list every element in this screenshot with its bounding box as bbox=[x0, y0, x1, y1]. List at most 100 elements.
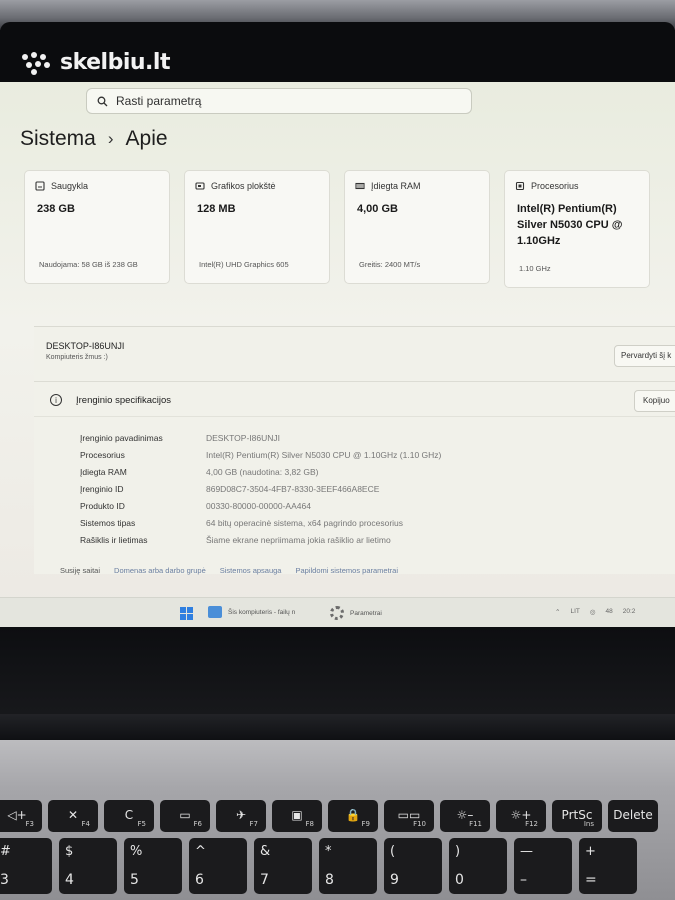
key-legend: $ bbox=[65, 844, 74, 859]
key-legend: ✕ bbox=[67, 808, 79, 822]
spec-value: Intel(R) Pentium(R) Silver N5030 CPU @ 1… bbox=[206, 450, 442, 460]
search-icon bbox=[97, 96, 108, 107]
spec-label: Produkto ID bbox=[80, 501, 125, 511]
card-footer: Naudojama: 58 GB iš 238 GB bbox=[39, 260, 138, 269]
card-title: Grafikos plokštė bbox=[211, 181, 276, 191]
spec-label: Rašiklis ir lietimas bbox=[80, 535, 148, 545]
number-key[interactable]: $4 bbox=[59, 838, 117, 894]
card-value: Intel(R) Pentium(R) Silver N5030 CPU @ 1… bbox=[517, 203, 623, 247]
logo-text: skelbiu.lt bbox=[60, 50, 170, 75]
key-legend: — bbox=[520, 844, 533, 859]
spec-value: 869D08C7-3504-4FB7-8330-3EEF466A8ECE bbox=[206, 484, 380, 494]
fn-key[interactable]: ▭▭ F10 bbox=[384, 800, 434, 832]
link-system-protection[interactable]: Sistemos apsauga bbox=[220, 566, 282, 575]
key-legend: Delete bbox=[613, 808, 653, 822]
related-label: Susiję saitai bbox=[60, 566, 101, 575]
windows-start-icon[interactable] bbox=[180, 607, 194, 621]
key-legend: * bbox=[325, 844, 332, 859]
language-indicator[interactable]: LIT bbox=[570, 608, 579, 616]
key-fn-label: F3 bbox=[25, 820, 34, 828]
card-footer: Intel(R) UHD Graphics 605 bbox=[199, 260, 289, 269]
device-section: DESKTOP-I86UNJI Kompiuteris žmus :) Perv… bbox=[34, 326, 675, 574]
number-key[interactable]: ) 0 bbox=[449, 838, 507, 894]
chevron-up-icon[interactable]: ⌃ bbox=[555, 608, 560, 616]
key-legend: PrtSc bbox=[561, 808, 593, 822]
device-subtitle: Kompiuteris žmus :) bbox=[46, 354, 108, 361]
taskbar-settings[interactable]: Parametrai bbox=[330, 606, 382, 620]
fn-key[interactable]: ◁+ F3 bbox=[0, 800, 42, 832]
spec-label: Įrenginio pavadinimas bbox=[80, 433, 163, 443]
breadcrumb-parent[interactable]: Sistema bbox=[20, 127, 96, 151]
number-key[interactable]: — – bbox=[514, 838, 572, 894]
storage-icon bbox=[35, 181, 45, 191]
key-fn-label: F6 bbox=[193, 820, 202, 828]
card-footer: 1.10 GHz bbox=[519, 264, 551, 273]
card-ram[interactable]: Įdiegta RAM 4,00 GB Greitis: 2400 MT/s bbox=[344, 170, 490, 284]
card-processor[interactable]: Procesorius Intel(R) Pentium(R) Silver N… bbox=[504, 170, 650, 288]
key-fn-label: F10 bbox=[413, 820, 426, 828]
number-key[interactable]: & 7 bbox=[254, 838, 312, 894]
key-legend: & bbox=[260, 844, 271, 859]
card-graphics[interactable]: Grafikos plokštė 128 MB Intel(R) UHD Gra… bbox=[184, 170, 330, 284]
card-value: 128 MB bbox=[197, 203, 236, 215]
rename-pc-button[interactable]: Pervardyti šį k bbox=[614, 345, 675, 367]
key-legend: + bbox=[585, 844, 596, 859]
copy-button[interactable]: Kopijuo bbox=[634, 390, 675, 412]
link-advanced-system-settings[interactable]: Papildomi sistemos parametrai bbox=[295, 566, 398, 575]
number-key[interactable]: + = bbox=[579, 838, 637, 894]
logo-dots-icon bbox=[22, 51, 54, 75]
card-value: 4,00 GB bbox=[357, 203, 398, 215]
ram-icon bbox=[355, 182, 365, 190]
fn-key[interactable]: ▣ F8 bbox=[272, 800, 322, 832]
fn-key[interactable]: ▭ F6 bbox=[160, 800, 210, 832]
number-key[interactable]: % 5 bbox=[124, 838, 182, 894]
monitor-icon bbox=[208, 606, 222, 618]
taskbar-file-explorer[interactable]: Šis kompiuteris - failų n bbox=[208, 606, 295, 618]
key-legend: ▭ bbox=[179, 808, 191, 822]
spec-value: 64 bitų operacinė sistema, x64 pagrindo … bbox=[206, 518, 404, 528]
key-legend: % bbox=[130, 844, 143, 859]
fn-key[interactable]: ✕ F4 bbox=[48, 800, 98, 832]
device-specs-header[interactable]: i Įrenginio specifikacijos Kopijuo bbox=[34, 381, 675, 417]
fn-key[interactable]: ☼– F11 bbox=[440, 800, 490, 832]
key-legend: 🔒 bbox=[345, 808, 361, 822]
key-legend: – bbox=[520, 872, 527, 888]
card-title: Procesorius bbox=[531, 181, 579, 191]
link-domain-workgroup[interactable]: Domenas arba darbo grupė bbox=[114, 566, 206, 575]
key-legend: 7 bbox=[260, 872, 269, 888]
spec-value: 4,00 GB (naudotina: 3,82 GB) bbox=[206, 467, 319, 477]
device-name: DESKTOP-I86UNJI bbox=[46, 341, 125, 351]
search-input[interactable]: Rasti parametrą bbox=[86, 88, 472, 114]
card-title: Saugykla bbox=[51, 181, 89, 191]
network-icon[interactable]: ◎ bbox=[590, 608, 596, 616]
number-key[interactable]: #3 bbox=[0, 838, 52, 894]
fn-key[interactable]: C F5 bbox=[104, 800, 154, 832]
card-storage[interactable]: Saugykla 238 GB Naudojama: 58 GB iš 238 … bbox=[24, 170, 170, 284]
number-key[interactable]: (9 bbox=[384, 838, 442, 894]
spec-label: Įrenginio ID bbox=[80, 484, 124, 494]
clock[interactable]: 20:2 bbox=[623, 608, 636, 616]
system-tray[interactable]: ⌃ LIT ◎ 48 20:2 bbox=[555, 608, 635, 616]
fn-key[interactable]: ☼+ F12 bbox=[496, 800, 546, 832]
graphics-card-icon bbox=[195, 182, 205, 190]
fn-key[interactable]: 🔒 F9 bbox=[328, 800, 378, 832]
volume-level[interactable]: 48 bbox=[606, 608, 613, 616]
info-icon: i bbox=[50, 394, 62, 406]
spec-value: Šiame ekrane nepriimama jokia rašiklio a… bbox=[206, 535, 391, 545]
fn-key[interactable]: ✈ F7 bbox=[216, 800, 266, 832]
key-fn-label: F4 bbox=[81, 820, 90, 828]
key-legend: ^ bbox=[195, 844, 206, 859]
key-legend: 0 bbox=[455, 872, 464, 888]
number-key[interactable]: ^ 6 bbox=[189, 838, 247, 894]
search-placeholder: Rasti parametrą bbox=[116, 94, 202, 108]
key-legend: # bbox=[0, 844, 11, 859]
number-key[interactable]: * 8 bbox=[319, 838, 377, 894]
fn-key[interactable]: Delete bbox=[608, 800, 658, 832]
key-fn-label: F12 bbox=[525, 820, 538, 828]
key-legend: ( bbox=[390, 844, 396, 859]
fn-key[interactable]: PrtSc Ins bbox=[552, 800, 602, 832]
card-footer: Greitis: 2400 MT/s bbox=[359, 260, 421, 269]
key-legend: ▭▭ bbox=[397, 808, 421, 822]
key-legend: 8 bbox=[325, 872, 334, 888]
key-fn-label: Ins bbox=[583, 820, 594, 828]
